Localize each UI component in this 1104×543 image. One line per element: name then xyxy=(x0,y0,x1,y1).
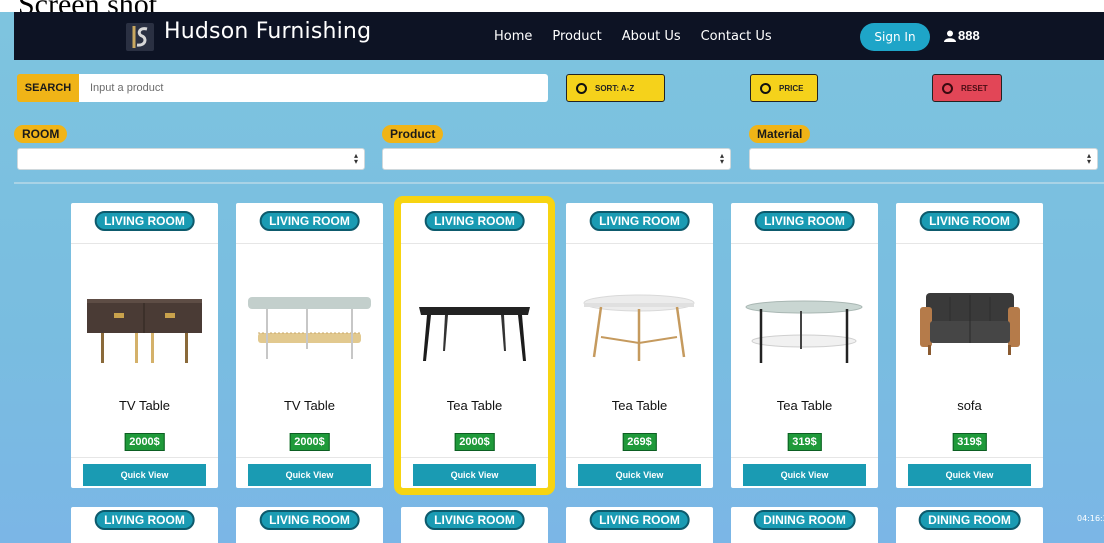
product-card[interactable]: LIVING ROOM xyxy=(401,507,548,543)
quick-view-button[interactable]: Quick View xyxy=(743,464,866,486)
material-filter-label: Material xyxy=(749,125,811,143)
search-label: SEARCH xyxy=(17,74,79,102)
product-name: sofa xyxy=(957,398,982,413)
card-divider xyxy=(731,243,878,244)
filter-divider xyxy=(14,182,1104,184)
card-divider xyxy=(401,457,548,458)
price-badge: 269$ xyxy=(622,433,657,451)
card-divider xyxy=(896,457,1043,458)
select-arrows-icon: ▴ ▾ xyxy=(1086,151,1091,166)
sort-az-label: SORT: A-Z xyxy=(595,83,635,93)
nav-product[interactable]: Product xyxy=(552,29,601,44)
card-divider xyxy=(236,457,383,458)
room-select[interactable]: ▴ ▾ xyxy=(17,148,365,170)
navbar: Hudson Furnishing Home Product About Us … xyxy=(14,12,1104,60)
room-badge: LIVING ROOM xyxy=(94,211,195,231)
card-divider xyxy=(566,243,713,244)
black-tea-table-image xyxy=(419,307,530,361)
product-select[interactable]: ▴ ▾ xyxy=(382,148,731,170)
price-badge: 2000$ xyxy=(454,433,495,451)
glass-tv-table-image xyxy=(248,297,371,359)
room-badge: LIVING ROOM xyxy=(589,510,690,530)
room-badge: DINING ROOM xyxy=(918,510,1021,530)
material-select[interactable]: ▴ ▾ xyxy=(749,148,1098,170)
product-filter-label: Product xyxy=(382,125,444,143)
card-divider xyxy=(71,243,218,244)
product-card[interactable]: LIVING ROOM sofa 319$ Quick View xyxy=(896,203,1043,488)
product-card[interactable]: DINING ROOM xyxy=(896,507,1043,543)
quick-view-button[interactable]: Quick View xyxy=(83,464,206,486)
nav-contact-us[interactable]: Contact Us xyxy=(701,29,772,44)
product-card[interactable]: LIVING ROOM TV Table 2000$ Quick View xyxy=(71,203,218,488)
user-icon xyxy=(944,30,956,42)
product-card[interactable]: DINING ROOM xyxy=(731,507,878,543)
price-badge: 319$ xyxy=(787,433,822,451)
room-badge: LIVING ROOM xyxy=(424,211,525,231)
select-arrows-icon: ▴ ▾ xyxy=(719,151,724,166)
sort-az-button[interactable]: SORT: A-Z xyxy=(566,74,665,102)
nav-links: Home Product About Us Contact Us xyxy=(494,29,772,44)
user-count[interactable]: 888 xyxy=(944,28,980,43)
product-name: Tea Table xyxy=(611,398,668,413)
user-count-value: 888 xyxy=(958,28,980,43)
product-card[interactable]: LIVING ROOM xyxy=(566,507,713,543)
card-divider xyxy=(236,243,383,244)
price-badge: 319$ xyxy=(952,433,987,451)
nav-about-us[interactable]: About Us xyxy=(622,29,681,44)
round-tea-table-image xyxy=(583,294,695,361)
product-card[interactable]: LIVING ROOM Tea Table 319$ Quick View xyxy=(731,203,878,488)
reset-button[interactable]: RESET xyxy=(932,74,1002,102)
room-badge: LIVING ROOM xyxy=(589,211,690,231)
radio-ring-icon xyxy=(576,82,587,94)
product-name: Tea Table xyxy=(446,398,503,413)
product-name: Tea Table xyxy=(776,398,833,413)
card-divider xyxy=(731,457,878,458)
app-root: Hudson Furnishing Home Product About Us … xyxy=(0,12,1104,543)
quick-view-button[interactable]: Quick View xyxy=(248,464,371,486)
oval-tea-table-image xyxy=(745,300,863,363)
room-badge: LIVING ROOM xyxy=(259,211,360,231)
card-divider xyxy=(896,243,1043,244)
product-name: TV Table xyxy=(283,398,336,413)
search-input[interactable] xyxy=(79,74,548,102)
quick-view-button[interactable]: Quick View xyxy=(908,464,1031,486)
room-badge: LIVING ROOM xyxy=(424,510,525,530)
room-badge: LIVING ROOM xyxy=(919,211,1020,231)
price-button[interactable]: PRICE xyxy=(750,74,818,102)
brand-name[interactable]: Hudson Furnishing xyxy=(164,19,371,44)
product-card[interactable]: LIVING ROOM xyxy=(236,507,383,543)
product-name: TV Table xyxy=(118,398,171,413)
radio-ring-icon xyxy=(942,82,953,94)
card-divider xyxy=(401,243,548,244)
room-badge: LIVING ROOM xyxy=(94,510,195,530)
price-badge: 2000$ xyxy=(124,433,165,451)
room-filter-label: ROOM xyxy=(14,125,68,143)
reset-label: RESET xyxy=(961,83,988,93)
product-card-selected[interactable]: LIVING ROOM Tea Table 2000$ Quick View xyxy=(394,196,555,495)
product-card[interactable]: LIVING ROOM Tea Table 269$ Quick View xyxy=(566,203,713,488)
room-badge: LIVING ROOM xyxy=(259,510,360,530)
product-card[interactable]: LIVING ROOM xyxy=(71,507,218,543)
price-badge: 2000$ xyxy=(289,433,330,451)
card-divider xyxy=(71,457,218,458)
room-badge: LIVING ROOM xyxy=(754,211,855,231)
quick-view-button[interactable]: Quick View xyxy=(413,464,536,486)
nav-home[interactable]: Home xyxy=(494,29,532,44)
price-label: PRICE xyxy=(779,83,804,93)
card-divider xyxy=(566,457,713,458)
sign-in-button[interactable]: Sign In xyxy=(860,23,930,51)
product-card[interactable]: LIVING ROOM TV Table 2000$ Quick View xyxy=(236,203,383,488)
brand-logo-icon[interactable] xyxy=(125,22,155,52)
clock: 04:16:24 xyxy=(1077,514,1104,523)
radio-ring-icon xyxy=(760,82,771,94)
room-badge: DINING ROOM xyxy=(753,510,856,530)
quick-view-button[interactable]: Quick View xyxy=(578,464,701,486)
tv-table-image xyxy=(87,299,202,363)
select-arrows-icon: ▴ ▾ xyxy=(353,151,358,166)
sofa-image xyxy=(920,293,1020,355)
